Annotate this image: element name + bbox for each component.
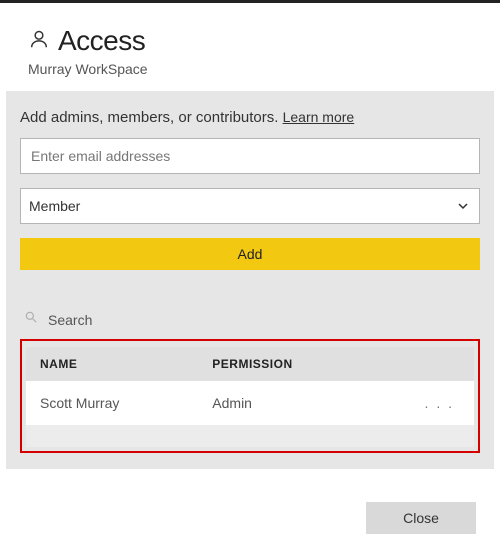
footer: Close xyxy=(366,502,476,534)
search-icon xyxy=(24,310,38,329)
table-spacer xyxy=(26,425,474,447)
search-label: Search xyxy=(48,312,92,328)
col-name: NAME xyxy=(26,347,198,381)
members-table-highlight: NAME PERMISSION Scott Murray Admin . . . xyxy=(20,339,480,453)
members-table: NAME PERMISSION Scott Murray Admin . . . xyxy=(26,347,474,447)
cell-permission: Admin xyxy=(198,381,372,425)
header: Access Murray WorkSpace xyxy=(0,3,500,91)
page-title: Access xyxy=(58,25,145,57)
role-select[interactable]: Member xyxy=(20,188,480,224)
row-actions-button[interactable]: . . . xyxy=(372,381,474,425)
email-input[interactable] xyxy=(20,138,480,174)
table-header-row: NAME PERMISSION xyxy=(26,347,474,381)
close-button[interactable]: Close xyxy=(366,502,476,534)
col-permission: PERMISSION xyxy=(198,347,372,381)
col-actions xyxy=(372,347,474,381)
add-button[interactable]: Add xyxy=(20,238,480,270)
table-row: Scott Murray Admin . . . xyxy=(26,381,474,425)
instruction-text: Add admins, members, or contributors. Le… xyxy=(20,109,480,126)
cell-name: Scott Murray xyxy=(26,381,198,425)
workspace-subtitle: Murray WorkSpace xyxy=(28,61,472,77)
title-row: Access xyxy=(28,25,472,57)
access-panel: Add admins, members, or contributors. Le… xyxy=(6,91,494,469)
person-icon xyxy=(28,28,50,55)
instruction-label: Add admins, members, or contributors. xyxy=(20,109,278,126)
learn-more-link[interactable]: Learn more xyxy=(283,109,355,125)
search-row[interactable]: Search xyxy=(20,310,480,329)
